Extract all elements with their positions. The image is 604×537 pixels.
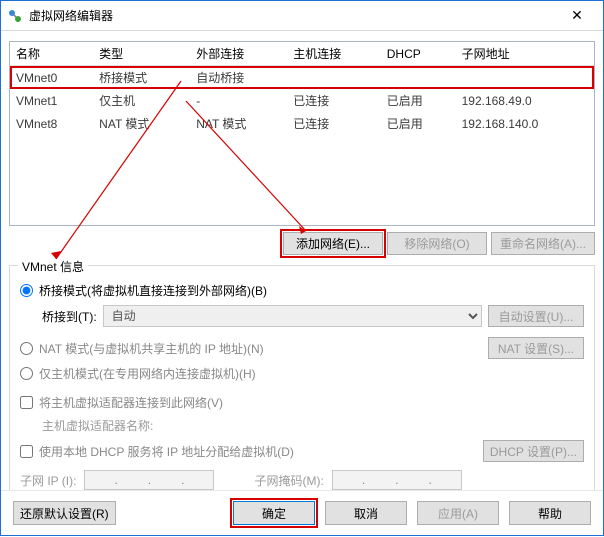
cell-name: VMnet8 <box>10 112 93 135</box>
cell-subnet: 192.168.49.0 <box>456 89 594 112</box>
network-table: 名称 类型 外部连接 主机连接 DHCP 子网地址 VMnet0 桥接模式 自动… <box>9 41 595 226</box>
col-subnet[interactable]: 子网地址 <box>456 42 594 66</box>
apply-button[interactable]: 应用(A) <box>417 501 499 525</box>
host-adapter-name-label: 主机虚拟适配器名称: <box>42 417 584 434</box>
table-row[interactable]: VMnet8 NAT 模式 NAT 模式 已连接 已启用 192.168.140… <box>10 112 594 135</box>
table-header-row: 名称 类型 外部连接 主机连接 DHCP 子网地址 <box>10 42 594 66</box>
cell-ext: NAT 模式 <box>190 112 287 135</box>
cell-host: 已连接 <box>287 112 381 135</box>
cell-name: VMnet0 <box>10 66 93 90</box>
titlebar[interactable]: 虚拟网络编辑器 ✕ <box>1 1 603 31</box>
help-button[interactable]: 帮助 <box>509 501 591 525</box>
cell-type: 桥接模式 <box>93 66 190 90</box>
hostonly-mode-radio[interactable] <box>20 367 33 380</box>
auto-settings-button[interactable]: 自动设置(U)... <box>488 305 584 327</box>
nat-mode-row: NAT 模式(与虚拟机共享主机的 IP 地址)(N) NAT 设置(S)... <box>20 337 584 359</box>
cell-dhcp: 已启用 <box>381 89 456 112</box>
bridge-to-label: 桥接到(T): <box>42 308 97 325</box>
cell-subnet <box>456 66 594 90</box>
vmnet-info-group: VMnet 信息 桥接模式(将虚拟机直接连接到外部网络)(B) 桥接到(T): … <box>9 265 595 503</box>
cell-type: NAT 模式 <box>93 112 190 135</box>
cell-ext: 自动桥接 <box>190 66 287 90</box>
col-name[interactable]: 名称 <box>10 42 93 66</box>
cell-dhcp: 已启用 <box>381 112 456 135</box>
cell-host <box>287 66 381 90</box>
hostonly-mode-row: 仅主机模式(在专用网络内连接虚拟机)(H) <box>20 365 584 382</box>
bridge-to-select[interactable]: 自动 <box>103 305 482 327</box>
subnet-row: 子网 IP (I): ... 子网掩码(M): ... <box>20 470 584 490</box>
col-host[interactable]: 主机连接 <box>287 42 381 66</box>
nat-settings-button[interactable]: NAT 设置(S)... <box>488 337 584 359</box>
content-area: 名称 类型 外部连接 主机连接 DHCP 子网地址 VMnet0 桥接模式 自动… <box>1 31 603 503</box>
subnet-mask-input[interactable]: ... <box>332 470 462 490</box>
cell-subnet: 192.168.140.0 <box>456 112 594 135</box>
cell-type: 仅主机 <box>93 89 190 112</box>
col-dhcp[interactable]: DHCP <box>381 42 456 66</box>
nat-mode-label: NAT 模式(与虚拟机共享主机的 IP 地址)(N) <box>39 340 264 357</box>
col-ext[interactable]: 外部连接 <box>190 42 287 66</box>
app-icon <box>7 8 23 24</box>
bridge-mode-row: 桥接模式(将虚拟机直接连接到外部网络)(B) <box>20 282 584 299</box>
table-row[interactable]: VMnet0 桥接模式 自动桥接 <box>10 66 594 90</box>
add-network-button[interactable]: 添加网络(E)... <box>283 232 383 255</box>
col-type[interactable]: 类型 <box>93 42 190 66</box>
dhcp-settings-button[interactable]: DHCP 设置(P)... <box>483 440 584 462</box>
cell-ext: - <box>190 89 287 112</box>
rename-network-button[interactable]: 重命名网络(A)... <box>491 232 595 255</box>
restore-defaults-button[interactable]: 还原默认设置(R) <box>13 501 116 525</box>
use-dhcp-label: 使用本地 DHCP 服务将 IP 地址分配给虚拟机(D) <box>39 443 294 460</box>
cell-dhcp <box>381 66 456 90</box>
use-dhcp-checkbox[interactable] <box>20 445 33 458</box>
close-button[interactable]: ✕ <box>557 1 597 31</box>
bridge-to-row: 桥接到(T): 自动 自动设置(U)... <box>42 305 584 327</box>
use-dhcp-row: 使用本地 DHCP 服务将 IP 地址分配给虚拟机(D) DHCP 设置(P).… <box>20 440 584 462</box>
subnet-ip-input[interactable]: ... <box>84 470 214 490</box>
cell-host: 已连接 <box>287 89 381 112</box>
nat-mode-radio[interactable] <box>20 342 33 355</box>
connect-host-row: 将主机虚拟适配器连接到此网络(V) <box>20 394 584 411</box>
hostonly-mode-label: 仅主机模式(在专用网络内连接虚拟机)(H) <box>39 365 256 382</box>
table-row[interactable]: VMnet1 仅主机 - 已连接 已启用 192.168.49.0 <box>10 89 594 112</box>
subnet-ip-label: 子网 IP (I): <box>20 472 76 489</box>
ok-button[interactable]: 确定 <box>233 501 315 525</box>
dialog-footer: 还原默认设置(R) 确定 取消 应用(A) 帮助 <box>1 490 603 535</box>
groupbox-title: VMnet 信息 <box>18 258 88 275</box>
subnet-mask-label: 子网掩码(M): <box>254 472 323 489</box>
network-button-row: 添加网络(E)... 移除网络(O) 重命名网络(A)... <box>9 226 595 261</box>
connect-host-label: 将主机虚拟适配器连接到此网络(V) <box>39 394 223 411</box>
connect-host-checkbox[interactable] <box>20 396 33 409</box>
virtual-network-editor-window: 虚拟网络编辑器 ✕ 名称 类型 外部连接 主机连接 DHCP 子网地址 <box>0 0 604 536</box>
cancel-button[interactable]: 取消 <box>325 501 407 525</box>
cell-name: VMnet1 <box>10 89 93 112</box>
bridge-mode-label: 桥接模式(将虚拟机直接连接到外部网络)(B) <box>39 282 267 299</box>
remove-network-button[interactable]: 移除网络(O) <box>387 232 487 255</box>
window-title: 虚拟网络编辑器 <box>29 7 557 24</box>
bridge-mode-radio[interactable] <box>20 284 33 297</box>
